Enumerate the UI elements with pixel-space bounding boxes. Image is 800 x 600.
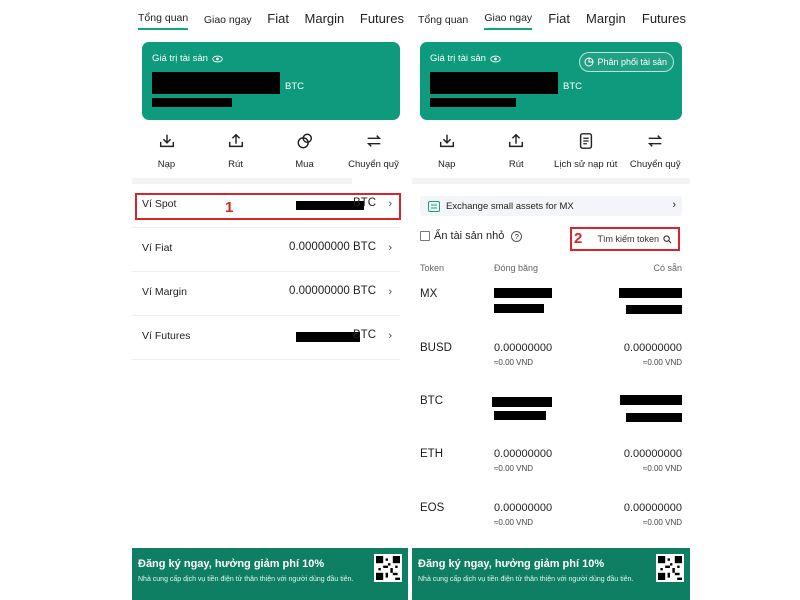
transfer-icon [648,135,663,147]
asset-value-card: Giá trị tài sản BTC [142,42,400,120]
top-tabs: Tổng quan Giao ngay Fiat Margin Futures [418,8,686,30]
overview-screen: Tổng quan Giao ngay Fiat Margin Futures … [132,0,408,600]
frozen-sub-redacted [494,304,544,313]
withdraw-icon [509,133,524,148]
asset-fiat-redacted [430,98,516,107]
deposit-button[interactable]: Nạp [133,130,201,174]
eye-icon[interactable] [490,55,501,63]
deposit-icon [159,134,174,148]
available-sub-redacted [626,305,682,314]
highlight-number-2: 2 [574,230,583,247]
help-icon[interactable]: ? [511,230,523,242]
asset-value-card: Giá trị tài sản BTC Phân phối tài sản [420,42,682,120]
asset-amount-redacted [152,72,280,94]
asset-amount-redacted [430,72,558,94]
asset-value-label: Giá trị tài sản [430,53,501,64]
tab-futures[interactable]: Futures [360,11,404,30]
available-sub-redacted [626,413,682,422]
promo-title: Đăng ký ngay, hưởng giảm phí 10% [138,558,325,570]
available-redacted [620,395,682,405]
deposit-icon [439,134,454,148]
search-icon [663,234,672,243]
hide-small-checkbox[interactable] [420,231,430,241]
eye-icon[interactable] [212,55,223,63]
futures-balance-redacted [296,332,360,342]
wallet-row-margin[interactable]: Ví Margin 0.00000000 BTC › [132,272,400,316]
transfer-icon [366,135,381,147]
withdraw-button[interactable]: Rút [202,130,270,174]
transfer-button[interactable]: Chuyển quỹ [621,130,689,174]
withdraw-icon [228,133,243,148]
action-row: Nạp Rút Lịch sử nạp rút Chuyển quỹ [412,130,690,174]
exchange-icon [428,200,440,212]
chevron-right-icon: › [388,286,392,298]
asset-value-label: Giá trị tài sản [152,53,223,64]
tab-spot[interactable]: Giao ngay [204,14,252,30]
tab-overview[interactable]: Tổng quan [138,12,189,30]
tab-margin[interactable]: Margin [586,11,626,30]
exchange-small-assets-link[interactable]: Exchange small assets for MX › [420,196,682,216]
highlight-number-1: 1 [225,199,234,216]
withdraw-button[interactable]: Rút [482,130,550,174]
tab-overview[interactable]: Tổng quan [418,14,468,30]
action-row: Nạp Rút Mua Chuyển quỹ [132,130,408,174]
tab-futures[interactable]: Futures [642,11,686,30]
tab-fiat[interactable]: Fiat [267,11,289,30]
frozen-sub-redacted [494,411,546,420]
token-search-input[interactable]: Tìm kiếm token [570,227,680,251]
promo-banner[interactable]: Đăng ký ngay, hưởng giảm phí 10% Nhà cun… [412,548,690,600]
history-button[interactable]: Lịch sử nạp rút [552,130,620,174]
spot-highlight-box [135,193,401,220]
top-tabs: Tổng quan Giao ngay Fiat Margin Futures [138,8,404,30]
deposit-button[interactable]: Nạp [413,130,481,174]
history-icon [579,133,592,149]
tab-fiat[interactable]: Fiat [548,11,570,30]
tab-margin[interactable]: Margin [305,11,345,30]
asset-fiat-redacted [152,98,232,107]
col-available: Có sẵn [653,263,682,273]
buy-button[interactable]: Mua [271,130,339,174]
wallet-row-futures[interactable]: Ví Futures BTC › [132,316,400,360]
token-table-header: Token Đóng băng Có sẵn [420,263,682,275]
tab-spot[interactable]: Giao ngay [484,12,533,30]
promo-banner[interactable]: Đăng ký ngay, hưởng giảm phí 10% Nhà cun… [132,548,408,600]
token-row[interactable]: BTC [420,395,682,448]
asset-distribution-button[interactable]: Phân phối tài sản [579,52,674,72]
hide-small-assets[interactable]: Ẩn tài sản nhỏ ? [420,230,523,242]
token-row[interactable]: ETH 0.00000000 ≈0.00 VND 0.00000000 ≈0.0… [420,448,682,501]
frozen-redacted [492,397,552,407]
section-divider [412,178,690,184]
qr-code-icon [656,554,684,582]
promo-subtitle: Nhà cung cấp dịch vụ tiền điện tử thân t… [418,576,634,583]
chevron-right-icon: › [672,199,676,211]
qr-code-icon [374,554,402,582]
available-redacted [619,288,682,298]
token-row[interactable]: BUSD 0.00000000 ≈0.00 VND 0.00000000 ≈0.… [420,342,682,395]
wallet-row-fiat[interactable]: Ví Fiat 0.00000000 BTC › [132,228,400,272]
token-row[interactable]: MX [420,288,682,341]
col-frozen: Đóng băng [494,263,539,273]
promo-subtitle: Nhà cung cấp dịch vụ tiền điện tử thân t… [138,576,354,583]
spot-screen: Tổng quan Giao ngay Fiat Margin Futures … [412,0,690,600]
asset-unit: BTC [563,81,582,92]
transfer-button[interactable]: Chuyển quỹ [340,130,408,174]
buy-icon [297,133,312,149]
pie-chart-icon [584,57,594,67]
promo-title: Đăng ký ngay, hưởng giảm phí 10% [418,558,605,570]
asset-unit: BTC [285,81,304,92]
col-token: Token [420,263,445,273]
chevron-right-icon: › [388,330,392,342]
chevron-right-icon: › [388,242,392,254]
frozen-redacted [494,288,552,298]
